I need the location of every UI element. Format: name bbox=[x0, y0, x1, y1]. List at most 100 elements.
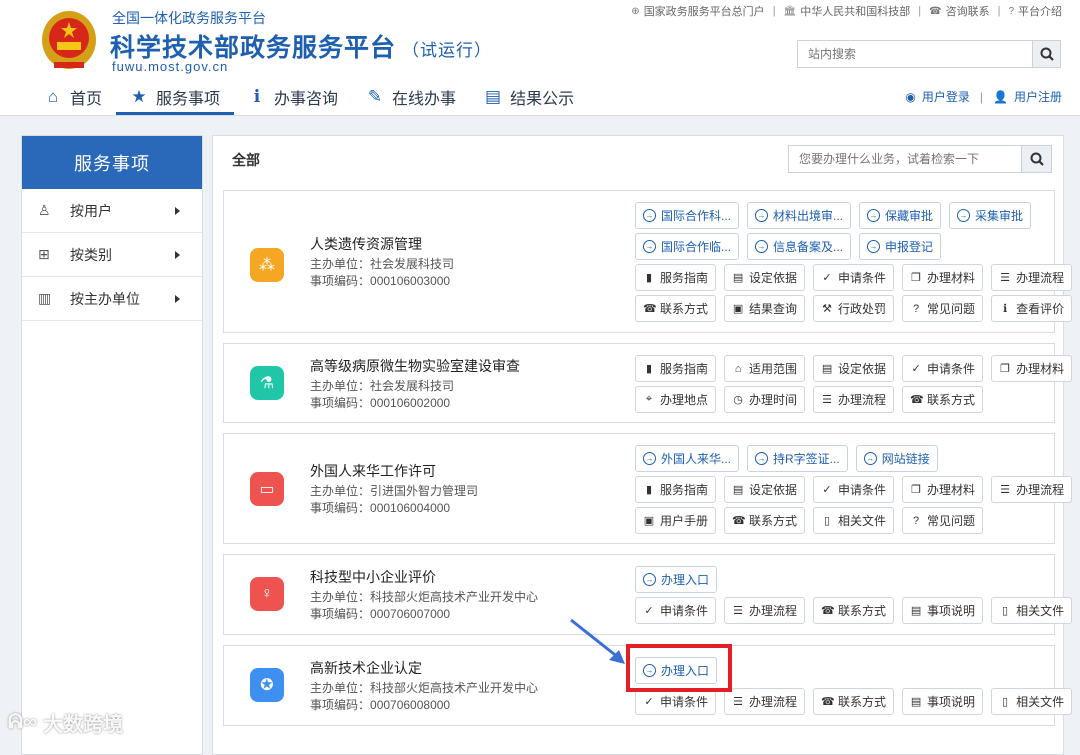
list-icon: ☰ bbox=[733, 605, 743, 617]
action-button[interactable]: ▯ 相关文件 bbox=[813, 507, 895, 534]
action-button[interactable]: ✓ 申请条件 bbox=[813, 476, 895, 503]
action-button[interactable]: ❐ 办理材料 bbox=[902, 264, 984, 291]
action-button[interactable]: ▮ 服务指南 bbox=[635, 355, 717, 382]
top-link-about[interactable]: ? 平台介绍 bbox=[1008, 3, 1062, 19]
nav-label: 在线办事 bbox=[392, 91, 457, 108]
action-button[interactable]: ▣ 用户手册 bbox=[635, 507, 717, 534]
action-button[interactable]: → 申报登记 bbox=[859, 233, 942, 260]
top-link-most[interactable]: 🏛 中华人民共和国科技部 bbox=[784, 3, 911, 19]
action-button[interactable]: ☎ 联系方式 bbox=[813, 688, 895, 715]
action-button[interactable]: → 采集审批 bbox=[949, 202, 1032, 229]
grid-icon: ⊞ bbox=[38, 246, 50, 262]
action-button[interactable]: ⌖ 办理地点 bbox=[635, 386, 717, 413]
action-button[interactable]: ☎ 联系方式 bbox=[813, 597, 895, 624]
action-button[interactable]: → 国际合作临... bbox=[635, 233, 740, 260]
nav-consult[interactable]: i 办事咨询 bbox=[234, 80, 352, 114]
service-name[interactable]: 科技型中小企业评价 bbox=[310, 567, 538, 587]
action-button[interactable]: ▮ 服务指南 bbox=[635, 476, 717, 503]
list-icon: ☰ bbox=[1000, 484, 1010, 496]
code-prefix: 事项编码： bbox=[310, 501, 371, 515]
action-button[interactable]: ☰ 办理流程 bbox=[724, 688, 806, 715]
action-button[interactable]: ☎ 联系方式 bbox=[635, 295, 717, 322]
flask-icon: ⚗ bbox=[250, 366, 284, 400]
action-button[interactable]: → 网站链接 bbox=[855, 445, 938, 472]
action-label: 常见问题 bbox=[927, 514, 976, 528]
copy-icon: ❐ bbox=[911, 484, 921, 496]
action-label: 联系方式 bbox=[660, 302, 709, 316]
sidebar-item-by-user[interactable]: ♙ 按用户 bbox=[22, 189, 202, 233]
home-icon: ⌂ bbox=[47, 87, 59, 106]
nav-home[interactable]: ⌂ 首页 bbox=[30, 80, 116, 114]
site-search-input[interactable] bbox=[798, 41, 1032, 67]
action-label: 办理流程 bbox=[749, 695, 798, 709]
action-label: 用户手册 bbox=[660, 514, 709, 528]
search-icon bbox=[1040, 47, 1054, 61]
action-button[interactable]: ☰ 办理流程 bbox=[813, 386, 895, 413]
service-name[interactable]: 外国人来华工作许可 bbox=[310, 461, 478, 481]
code-value: 000706008000 bbox=[370, 698, 451, 712]
action-button[interactable]: → 保藏审批 bbox=[859, 202, 942, 229]
unit-prefix: 主办单位： bbox=[310, 379, 371, 393]
action-button[interactable]: ▯ 相关文件 bbox=[991, 597, 1073, 624]
sidebar: 服务事项 ♙ 按用户 ⊞ 按类别 ▥ 按主办单位 bbox=[21, 135, 203, 755]
action-button[interactable]: ✓ 申请条件 bbox=[813, 264, 895, 291]
action-button[interactable]: ✓ 申请条件 bbox=[635, 688, 717, 715]
top-link-national-portal[interactable]: ⊕ 国家政务服务平台总门户 bbox=[631, 3, 764, 19]
service-name[interactable]: 高新技术企业认定 bbox=[310, 658, 538, 678]
action-button[interactable]: ❐ 办理材料 bbox=[991, 355, 1073, 382]
action-button[interactable]: ▤ 设定依据 bbox=[813, 355, 895, 382]
action-button[interactable]: ☎ 联系方式 bbox=[724, 507, 806, 534]
service-unit: 主办单位：社会发展科技司 bbox=[310, 256, 454, 273]
action-button[interactable]: → 办理入口 bbox=[635, 566, 718, 593]
action-button[interactable]: ☰ 办理流程 bbox=[991, 476, 1073, 503]
code-value: 000106004000 bbox=[370, 501, 451, 515]
service-unit: 主办单位：引进国外智力管理司 bbox=[310, 483, 478, 500]
action-button[interactable]: ? 常见问题 bbox=[902, 507, 984, 534]
action-button[interactable]: → 持R字签证... bbox=[747, 445, 848, 472]
action-label: 网站链接 bbox=[881, 452, 930, 466]
login-link[interactable]: 用户登录 bbox=[922, 88, 970, 105]
sidebar-item-by-unit[interactable]: ▥ 按主办单位 bbox=[22, 277, 202, 321]
nav-online[interactable]: ✎ 在线办事 bbox=[352, 80, 470, 114]
action-label: 设定依据 bbox=[838, 362, 887, 376]
action-button[interactable]: ▤ 事项说明 bbox=[902, 597, 984, 624]
site-search-button[interactable] bbox=[1032, 41, 1060, 67]
action-label: 采集审批 bbox=[975, 209, 1024, 223]
action-button[interactable]: ⌂ 适用范围 bbox=[724, 355, 806, 382]
service-search-button[interactable] bbox=[1021, 146, 1051, 172]
code-prefix: 事项编码： bbox=[310, 698, 371, 712]
action-label: 申请条件 bbox=[838, 483, 887, 497]
action-button[interactable]: → 国际合作科... bbox=[635, 202, 740, 229]
action-button[interactable]: ◷ 办理时间 bbox=[724, 386, 806, 413]
service-name[interactable]: 高等级病原微生物实验室建设审查 bbox=[310, 356, 520, 376]
action-button[interactable]: ▤ 设定依据 bbox=[724, 476, 806, 503]
action-button[interactable]: ☎ 联系方式 bbox=[902, 386, 984, 413]
phone-icon: ☎ bbox=[929, 5, 942, 17]
register-link[interactable]: 用户注册 bbox=[1014, 88, 1062, 105]
action-button[interactable]: → 材料出境审... bbox=[747, 202, 852, 229]
sidebar-item-by-category[interactable]: ⊞ 按类别 bbox=[22, 233, 202, 277]
service-search-input[interactable] bbox=[789, 146, 1021, 172]
action-button[interactable]: ℹ 查看评价 bbox=[991, 295, 1073, 322]
phone-icon: ☎ bbox=[821, 605, 835, 617]
action-button[interactable]: → 外国人来华... bbox=[635, 445, 740, 472]
action-button[interactable]: ✓ 申请条件 bbox=[635, 597, 717, 624]
action-button[interactable]: ✓ 申请条件 bbox=[902, 355, 984, 382]
nav-services[interactable]: ★ 服务事项 bbox=[116, 80, 235, 115]
service-code: 事项编码：000106003000 bbox=[310, 273, 454, 290]
action-button[interactable]: ▯ 相关文件 bbox=[991, 688, 1073, 715]
nav-results[interactable]: ▤ 结果公示 bbox=[470, 80, 588, 114]
action-button[interactable]: ☰ 办理流程 bbox=[724, 597, 806, 624]
action-button[interactable]: ? 常见问题 bbox=[902, 295, 984, 322]
unit-prefix: 主办单位： bbox=[310, 590, 371, 604]
action-button[interactable]: ⚒ 行政处罚 bbox=[813, 295, 895, 322]
action-button[interactable]: ▤ 事项说明 bbox=[902, 688, 984, 715]
action-button[interactable]: ☰ 办理流程 bbox=[991, 264, 1073, 291]
action-button[interactable]: ▮ 服务指南 bbox=[635, 264, 717, 291]
action-button[interactable]: → 信息备案及... bbox=[747, 233, 852, 260]
top-link-contact[interactable]: ☎ 咨询联系 bbox=[929, 3, 989, 19]
action-button[interactable]: ❐ 办理材料 bbox=[902, 476, 984, 503]
action-button[interactable]: ▤ 设定依据 bbox=[724, 264, 806, 291]
service-name[interactable]: 人类遗传资源管理 bbox=[310, 234, 454, 254]
action-button[interactable]: ▣ 结果查询 bbox=[724, 295, 806, 322]
